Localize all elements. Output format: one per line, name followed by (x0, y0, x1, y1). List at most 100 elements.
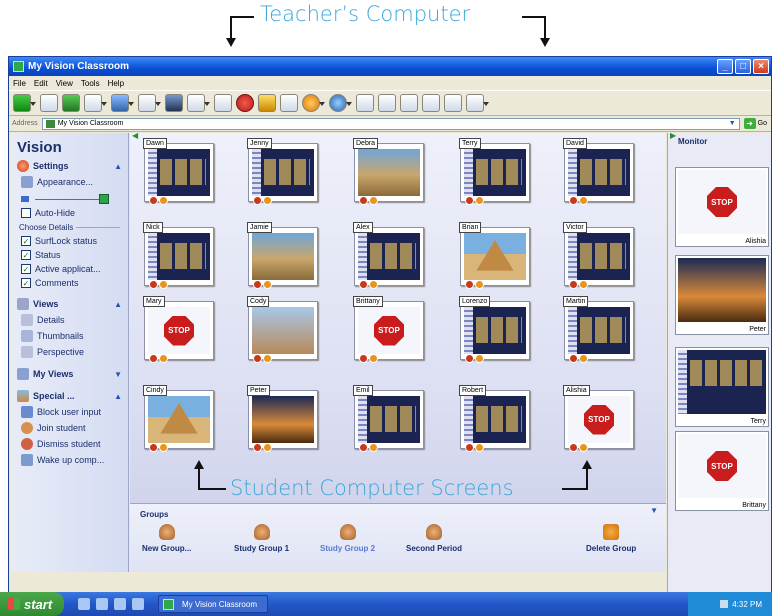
taskbar-app-button[interactable]: My Vision Classroom (158, 595, 268, 613)
check-icon[interactable]: ✓ (21, 264, 31, 274)
stop-icon[interactable] (236, 94, 254, 112)
student-thumbnail[interactable]: STOP Brittany (353, 296, 424, 363)
ie-icon[interactable] (78, 598, 90, 610)
detail-comments[interactable]: ✓ Comments (21, 278, 128, 288)
app-quicklaunch-icon[interactable] (132, 598, 144, 610)
menu-file[interactable]: File (13, 79, 26, 88)
group-new[interactable]: New Group... (142, 524, 191, 553)
test-icon[interactable] (280, 94, 298, 112)
network-icon[interactable] (720, 600, 729, 608)
autohide-checkbox[interactable] (21, 208, 31, 218)
desktop-icon[interactable] (96, 598, 108, 610)
student-thumbnail[interactable]: Martin (563, 296, 634, 363)
question-icon[interactable] (258, 94, 276, 112)
student-thumbnail[interactable]: Robert (459, 385, 530, 452)
collapse-arrow-icon[interactable]: ◀ (132, 131, 138, 140)
views-header[interactable]: Views ▲ (17, 298, 128, 310)
slider-knob[interactable] (99, 194, 109, 204)
slider-track[interactable] (35, 199, 105, 200)
student-thumbnail[interactable]: Alex (353, 222, 424, 289)
media-icon[interactable] (114, 598, 126, 610)
student-thumbnail[interactable]: Jamie (247, 222, 318, 289)
check-icon[interactable]: ✓ (21, 278, 31, 288)
group-study-1[interactable]: Study Group 1 (234, 524, 289, 553)
show-teacher-icon[interactable] (40, 94, 58, 112)
check-icon[interactable]: ✓ (21, 236, 31, 246)
special-header[interactable]: Special ... ▲ (17, 390, 128, 402)
menu-view[interactable]: View (56, 79, 73, 88)
student-thumbnail[interactable]: Nick (143, 222, 214, 289)
columns-icon[interactable] (466, 94, 489, 112)
detail-surflock[interactable]: ✓ SurfLock status (21, 236, 128, 246)
send-screen-icon[interactable] (138, 94, 161, 112)
student-thumbnail[interactable]: Victor (563, 222, 634, 289)
menu-tools[interactable]: Tools (81, 79, 100, 88)
view-thumbnails[interactable]: Thumbnails (21, 330, 128, 342)
my-views-header[interactable]: My Views ▼ (17, 368, 128, 380)
student-thumbnail[interactable]: Cody (247, 296, 318, 363)
student-thumbnail[interactable]: David (563, 138, 634, 205)
collapse-icon[interactable]: ▲ (114, 162, 122, 171)
student-thumbnail[interactable]: Brian (459, 222, 530, 289)
appearance-item[interactable]: Appearance... (21, 176, 128, 188)
monitor-screen[interactable]: Peter (675, 255, 769, 335)
menu-edit[interactable]: Edit (34, 79, 48, 88)
chevron-down-icon[interactable]: ▼ (729, 120, 736, 127)
collapse-icon[interactable]: ▼ (650, 506, 658, 515)
start-button[interactable]: start (0, 592, 64, 616)
layout-icon[interactable] (84, 94, 107, 112)
web-lock-icon[interactable] (302, 94, 325, 112)
close-button[interactable]: × (753, 59, 769, 74)
show-student-icon[interactable] (62, 94, 80, 112)
internet-icon[interactable] (329, 94, 352, 112)
minimize-button[interactable]: _ (717, 59, 733, 74)
collapse-icon[interactable]: ▲ (114, 392, 122, 401)
student-thumbnail[interactable]: Emil (353, 385, 424, 452)
size-slider[interactable] (21, 194, 117, 204)
special-wake-up[interactable]: Wake up comp... (21, 454, 128, 466)
hand-icon[interactable] (400, 94, 418, 112)
special-block-input[interactable]: Block user input (21, 406, 128, 418)
monitor-screen[interactable]: STOP Brittany (675, 431, 769, 511)
users-icon[interactable] (187, 94, 210, 112)
autohide-item[interactable]: Auto-Hide (21, 208, 128, 218)
go-button[interactable]: ➜ Go (743, 118, 771, 129)
monitor-screen[interactable]: Terry (675, 347, 769, 427)
settings-header[interactable]: Settings ▲ (17, 160, 128, 172)
student-thumbnail[interactable]: Jenny (247, 138, 318, 205)
special-join-student[interactable]: Join student (21, 422, 128, 434)
student-thumbnail[interactable]: Peter (247, 385, 318, 452)
maximize-button[interactable]: □ (735, 59, 751, 74)
student-thumbnail[interactable]: Terry (459, 138, 530, 205)
student-thumbnail[interactable]: Debra (353, 138, 424, 205)
view-perspective[interactable]: Perspective (21, 346, 128, 358)
title-bar[interactable]: My Vision Classroom _ □ × (9, 57, 771, 76)
broadcast-icon[interactable] (111, 94, 134, 112)
group-second-period[interactable]: Second Period (406, 524, 462, 553)
expand-icon[interactable]: ▼ (114, 370, 122, 379)
view-details[interactable]: Details (21, 314, 128, 326)
delete-group-button[interactable]: Delete Group (586, 524, 636, 553)
special-dismiss-student[interactable]: Dismiss student (21, 438, 128, 450)
student-thumbnail[interactable]: Cindy (143, 385, 214, 452)
monitor-view-icon[interactable] (13, 94, 36, 112)
student-thumbnail[interactable]: Lorenzo (459, 296, 530, 363)
pen-icon[interactable] (356, 94, 374, 112)
group-study-2[interactable]: Study Group 2 (320, 524, 375, 553)
student-thumbnail[interactable]: Dawn (143, 138, 214, 205)
video-icon[interactable] (378, 94, 396, 112)
screen-icon[interactable] (165, 94, 183, 112)
monitor-arrow-icon[interactable]: ▶ (670, 131, 676, 140)
detail-status[interactable]: ✓ Status (21, 250, 128, 260)
monitor-screen[interactable]: STOP Alishia (675, 167, 769, 247)
check-icon[interactable]: ✓ (21, 250, 31, 260)
detail-active-app[interactable]: ✓ Active applicat... (21, 264, 128, 274)
student-thumbnail[interactable]: STOP Alishia (563, 385, 634, 452)
collapse-icon[interactable]: ▲ (114, 300, 122, 309)
address-field[interactable]: My Vision Classroom ▼ (41, 117, 740, 130)
edit-icon[interactable] (444, 94, 462, 112)
student-thumbnail[interactable]: STOP Mary (143, 296, 214, 363)
tools-icon[interactable] (422, 94, 440, 112)
monitor-icon[interactable] (214, 94, 232, 112)
menu-help[interactable]: Help (108, 79, 124, 88)
